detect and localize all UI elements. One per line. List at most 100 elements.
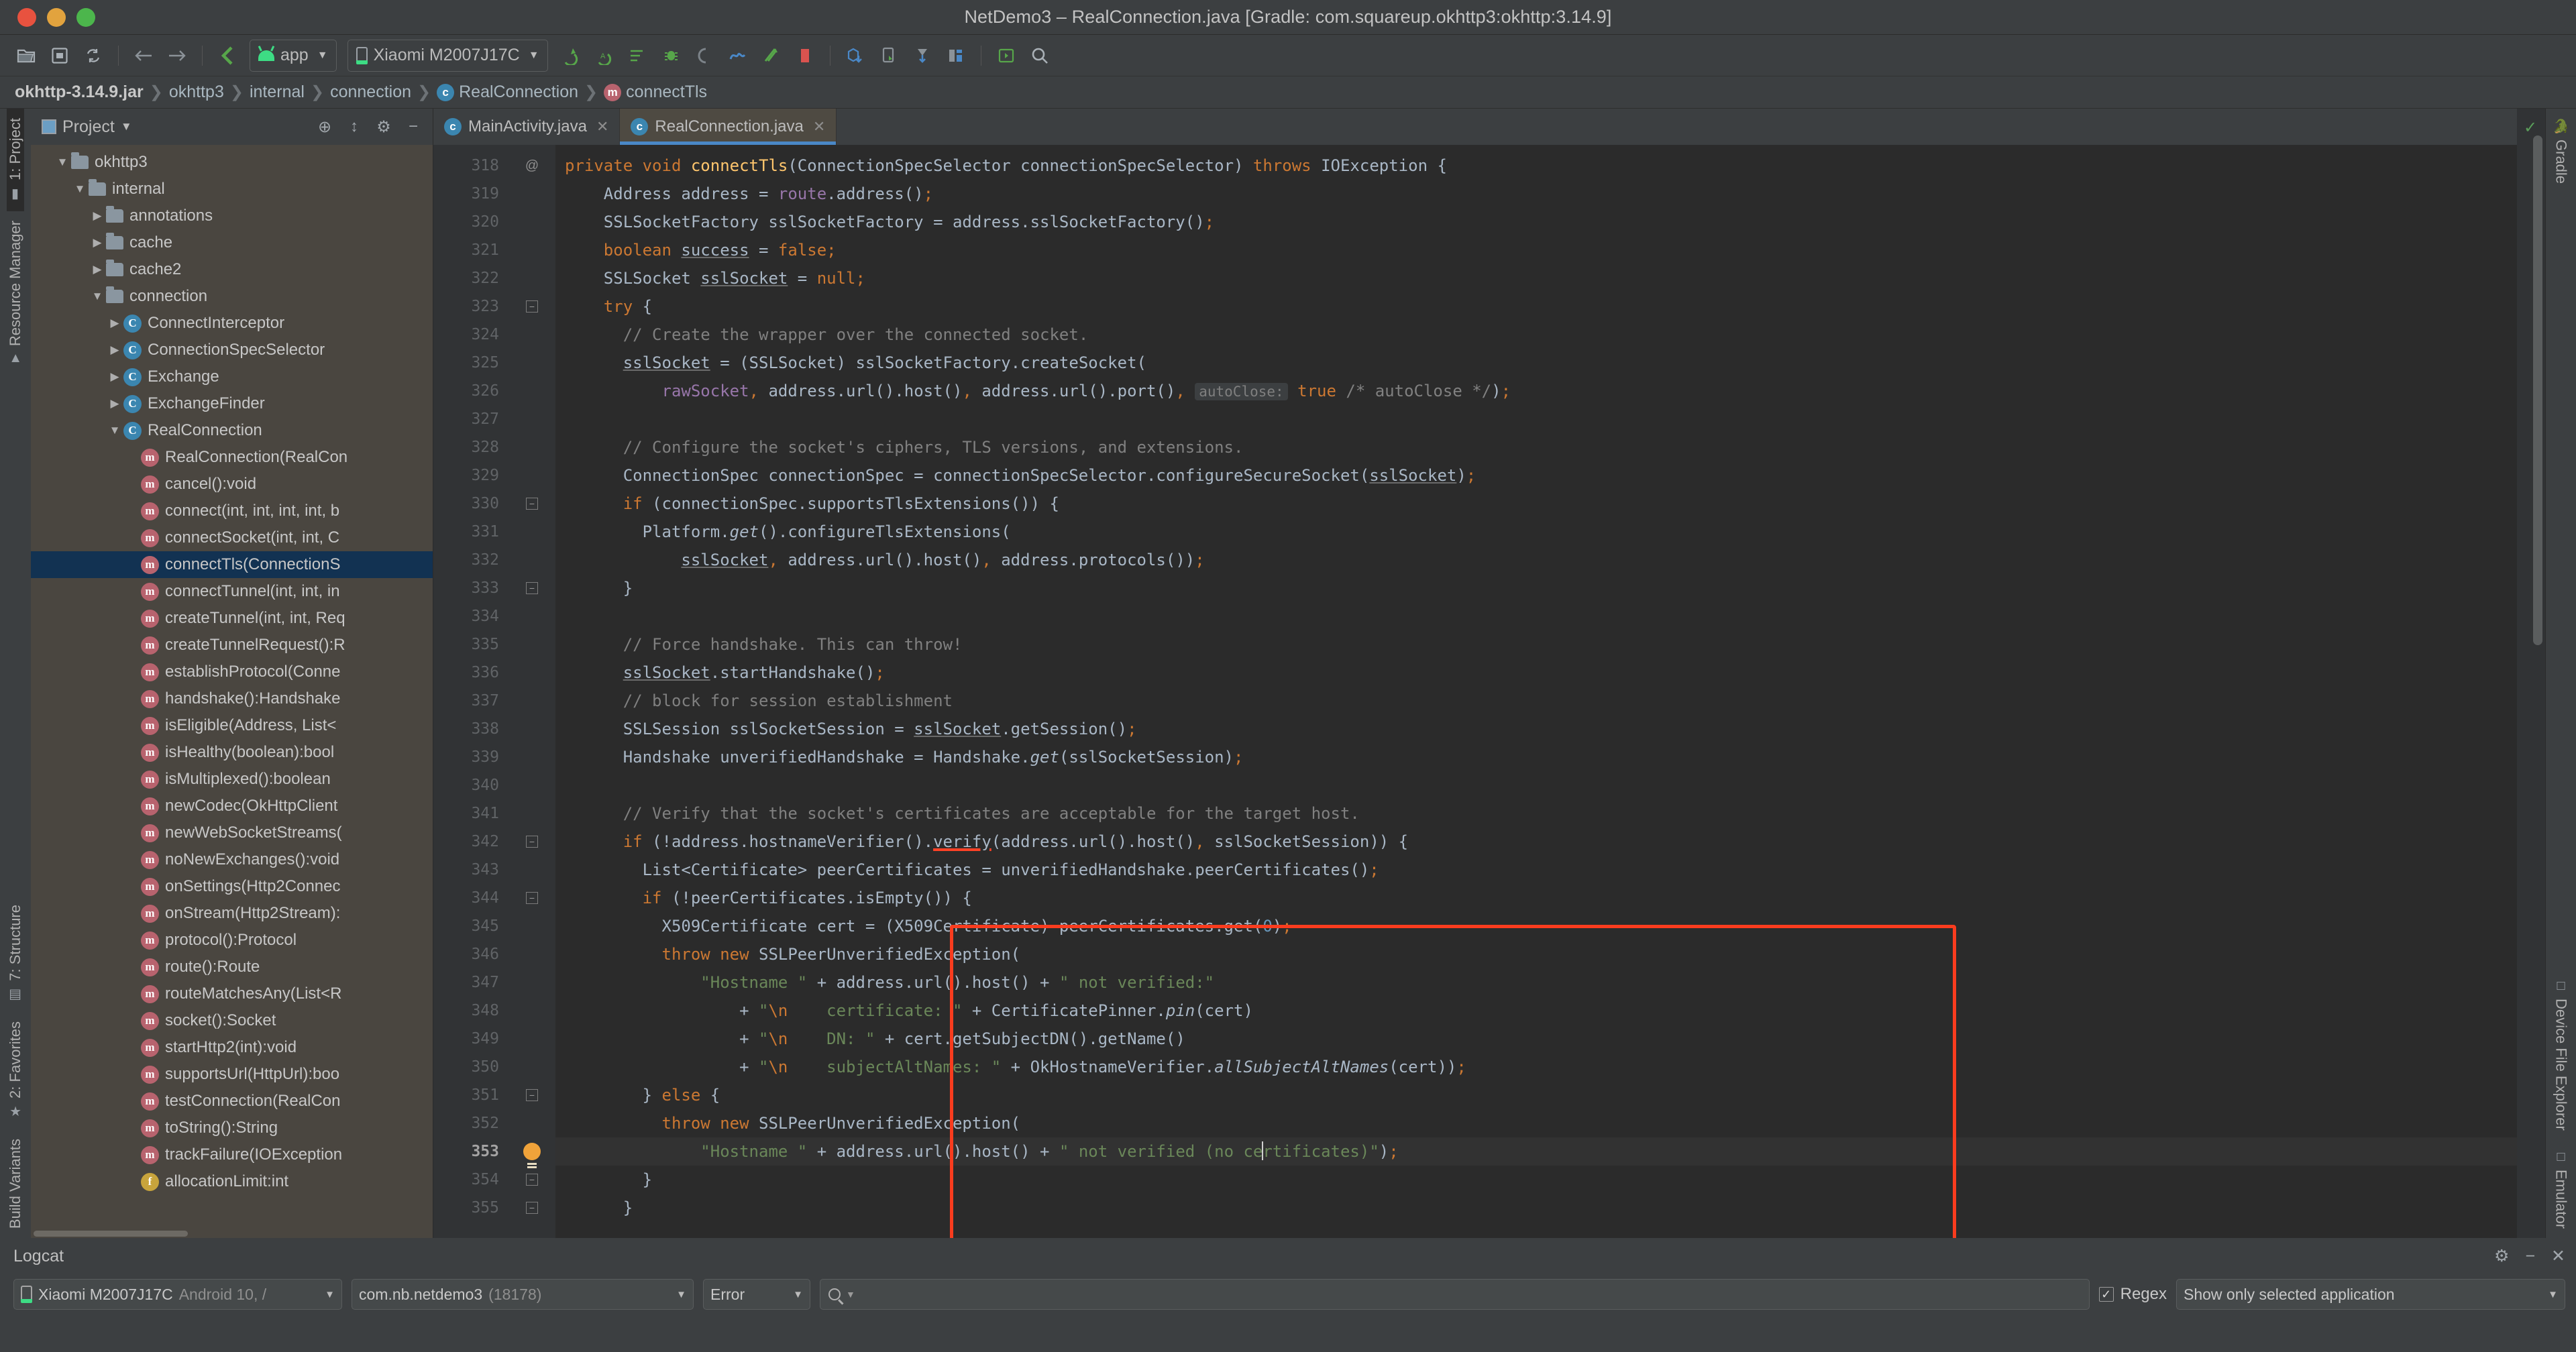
code-line[interactable]: } [555, 1166, 2517, 1194]
code-line[interactable]: + "\n certificate: " + CertificatePinner… [555, 997, 2517, 1025]
editor-right-rail[interactable]: ✓ [2517, 109, 2545, 1238]
settings-gear-icon[interactable]: ⚙ [2494, 1246, 2509, 1266]
gutter-marker[interactable] [508, 940, 555, 968]
gutter-marker[interactable] [508, 321, 555, 349]
run-icon[interactable] [555, 40, 586, 71]
intention-bulb-icon[interactable] [523, 1143, 541, 1165]
debug-icon[interactable] [655, 40, 686, 71]
code-line[interactable]: // block for session establishment [555, 687, 2517, 715]
tree-item[interactable]: m supportsUrl(HttpUrl):boo [31, 1061, 433, 1088]
tree-item[interactable]: ▶ cache [31, 229, 433, 256]
gutter-marker[interactable] [508, 1025, 555, 1053]
gutter-marker[interactable] [508, 715, 555, 743]
chevron-down-icon[interactable]: ▼ [106, 424, 123, 437]
profiler-icon[interactable] [722, 40, 753, 71]
sidebar-item-favorites[interactable]: ★ 2: Favorites [7, 1012, 24, 1129]
make-project-icon[interactable] [212, 40, 243, 71]
code-line[interactable] [555, 602, 2517, 630]
gutter-marker[interactable] [508, 771, 555, 799]
tree-item[interactable]: m testConnection(RealCon [31, 1088, 433, 1115]
project-tree[interactable]: ▼ okhttp3 ▼ internal ▶ annotations ▶ cache ▶ cach… [31, 145, 433, 1229]
code-line[interactable]: ConnectionSpec connectionSpec = connecti… [555, 461, 2517, 490]
tree-item[interactable]: m establishProtocol(Conne [31, 659, 433, 685]
code-line[interactable]: Address address = route.address(); [555, 180, 2517, 208]
tab-mainactivity-java[interactable]: c MainActivity.java ✕ [433, 109, 621, 145]
fold-icon[interactable]: − [526, 1089, 538, 1101]
tree-item[interactable]: m routeMatchesAny(List<R [31, 980, 433, 1007]
sync-project-icon[interactable] [78, 40, 109, 71]
code-line[interactable]: X509Certificate cert = (X509Certificate)… [555, 912, 2517, 940]
code-line[interactable]: } [555, 574, 2517, 602]
sidebar-item-device-file-explorer[interactable]: □ Device File Explorer [2553, 969, 2570, 1140]
code-line[interactable]: // Force handshake. This can throw! [555, 630, 2517, 659]
sidebar-item-structure[interactable]: ▤ 7: Structure [7, 895, 24, 1012]
fold-icon[interactable]: − [526, 498, 538, 510]
tree-item[interactable]: m newCodec(OkHttpClient [31, 793, 433, 820]
code-line[interactable]: // Configure the socket's ciphers, TLS v… [555, 433, 2517, 461]
code-line[interactable]: } [555, 1194, 2517, 1222]
sdk-manager-icon[interactable] [840, 40, 871, 71]
code-line[interactable] [555, 771, 2517, 799]
tree-item[interactable]: m createTunnelRequest():R [31, 632, 433, 659]
close-icon[interactable]: ✕ [2551, 1246, 2565, 1266]
code-line[interactable]: if (!peerCertificates.isEmpty()) { [555, 884, 2517, 912]
minimize-icon[interactable]: − [2525, 1247, 2535, 1266]
tree-item[interactable]: m connect(int, int, int, int, b [31, 498, 433, 524]
logcat-regex-checkbox[interactable]: ✓ Regex [2098, 1285, 2167, 1304]
gutter-marker[interactable] [508, 405, 555, 433]
code-line[interactable]: private void connectTls(ConnectionSpecSe… [555, 152, 2517, 180]
chevron-right-icon[interactable]: ▶ [106, 343, 123, 357]
fold-icon[interactable]: − [526, 582, 538, 594]
tree-item[interactable]: ▶ cache2 [31, 256, 433, 283]
gutter-marker[interactable]: − [508, 828, 555, 856]
tree-item[interactable]: m toString():String [31, 1115, 433, 1141]
gutter-marker[interactable] [508, 687, 555, 715]
gutter-marker[interactable]: − [508, 490, 555, 518]
tree-item[interactable]: ▶ C Exchange [31, 363, 433, 390]
code-line[interactable]: "Hostname " + address.url().host() + " n… [555, 1137, 2517, 1166]
gutter-marker[interactable] [508, 630, 555, 659]
breadcrumb-item-3[interactable]: connection [330, 82, 411, 102]
gutter-marker[interactable] [508, 461, 555, 490]
code-line[interactable]: Platform.get().configureTlsExtensions( [555, 518, 2517, 546]
gutter-marker[interactable] [508, 377, 555, 405]
tree-item[interactable]: ▼ C RealConnection [31, 417, 433, 444]
editor-vertical-scrollbar[interactable] [2533, 135, 2542, 645]
avd-manager-icon[interactable] [873, 40, 904, 71]
forward-icon[interactable] [162, 40, 193, 71]
code-line[interactable]: // Create the wrapper over the connected… [555, 321, 2517, 349]
tree-item[interactable]: m isEligible(Address, List< [31, 712, 433, 739]
gutter-marker[interactable] [508, 236, 555, 264]
gutter-marker[interactable] [508, 997, 555, 1025]
tree-item[interactable]: ▶ C ConnectInterceptor [31, 310, 433, 337]
tree-item[interactable]: m isMultiplexed():boolean [31, 766, 433, 793]
fold-icon[interactable]: − [526, 1202, 538, 1214]
sidebar-item-emulator[interactable]: □ Emulator [2553, 1140, 2570, 1238]
tree-item[interactable]: m socket():Socket [31, 1007, 433, 1034]
code-line[interactable]: sslSocket.startHandshake(); [555, 659, 2517, 687]
close-icon[interactable]: ✕ [813, 118, 825, 135]
collapse-all-icon[interactable]: ↕ [343, 117, 366, 136]
tree-item[interactable]: m RealConnection(RealCon [31, 444, 433, 471]
tree-item[interactable]: m createTunnel(int, int, Req [31, 605, 433, 632]
code-line[interactable]: SSLSocketFactory sslSocketFactory = addr… [555, 208, 2517, 236]
gutter-marker[interactable] [508, 433, 555, 461]
tree-item[interactable]: m route():Route [31, 954, 433, 980]
sync-gradle-icon[interactable] [907, 40, 938, 71]
tree-item[interactable]: m onSettings(Http2Connec [31, 873, 433, 900]
tree-item[interactable]: m connectTunnel(int, int, in [31, 578, 433, 605]
gutter-marker[interactable] [508, 659, 555, 687]
gutter-marker[interactable] [508, 349, 555, 377]
chevron-right-icon[interactable]: ▶ [106, 397, 123, 410]
code-line[interactable]: boolean success = false; [555, 236, 2517, 264]
fold-icon[interactable]: − [526, 836, 538, 848]
tree-item[interactable]: ▶ C ExchangeFinder [31, 390, 433, 417]
breadcrumb-item-4[interactable]: c RealConnection [437, 82, 578, 102]
tree-item[interactable]: ▼ okhttp3 [31, 149, 433, 176]
chevron-right-icon[interactable]: ▶ [106, 317, 123, 330]
tree-item[interactable]: ▶ C ConnectionSpecSelector [31, 337, 433, 363]
sidebar-item-build-variants[interactable]: Build Variants [7, 1129, 24, 1238]
breadcrumb-item-2[interactable]: internal [250, 82, 305, 102]
editor-gutter-markers[interactable]: @ − − − − − − − − [508, 145, 555, 1238]
scroll-from-source-icon[interactable]: ⊕ [313, 117, 336, 137]
